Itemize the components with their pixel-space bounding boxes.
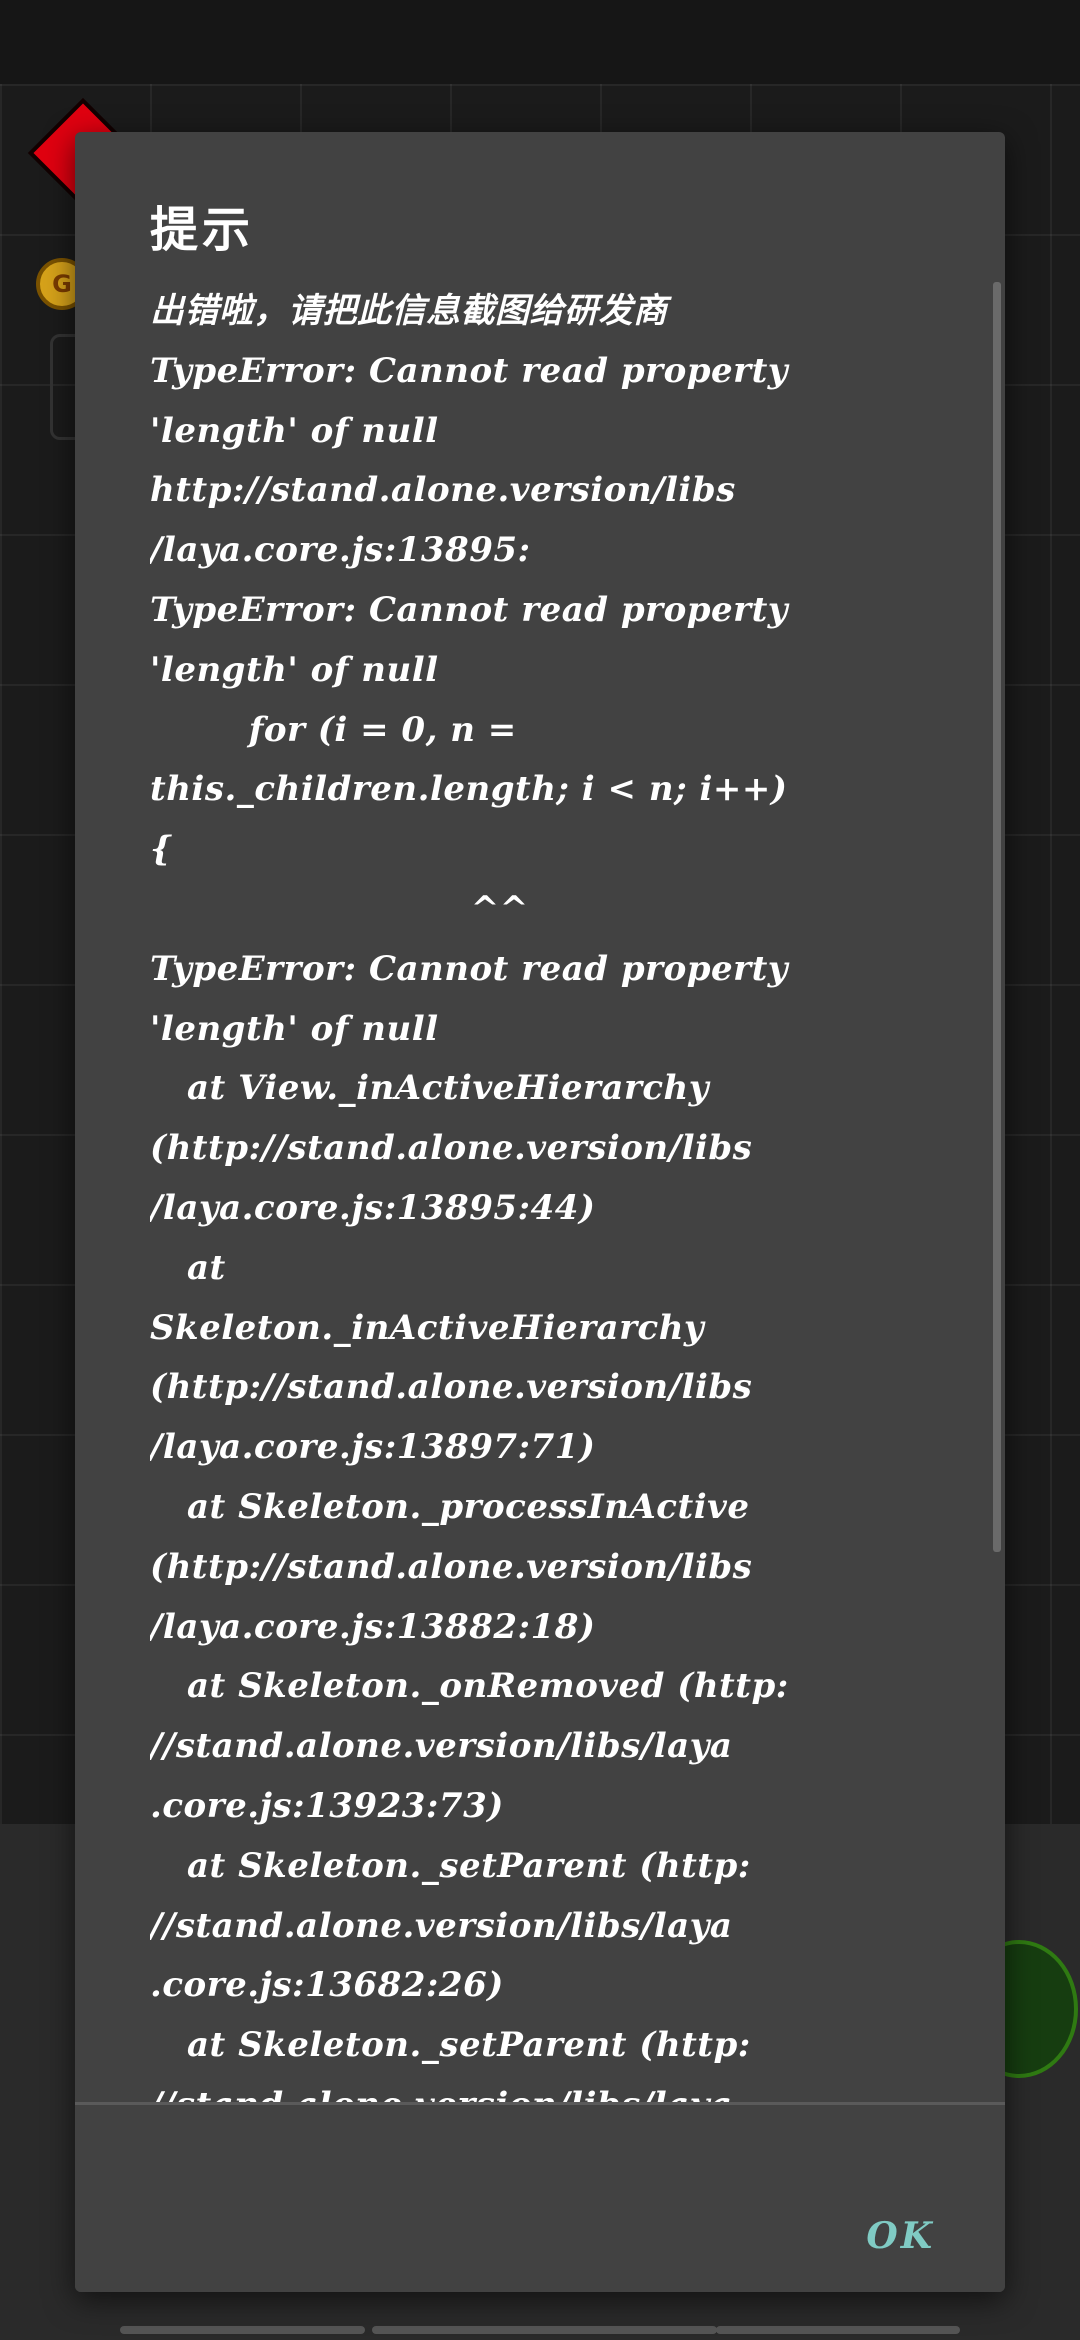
dialog-message-scroll-area[interactable]: 出错啦，请把此信息截图给研发商 TypeError: Cannot read p…	[150, 282, 1005, 2232]
error-message: 出错啦，请把此信息截图给研发商 TypeError: Cannot read p…	[150, 291, 789, 2125]
dialog-footer: OK	[75, 2105, 1005, 2292]
bottom-tab-indicator	[716, 2326, 960, 2334]
bottom-tab-indicator	[372, 2326, 717, 2334]
dialog-title: 提示	[150, 202, 255, 258]
ok-button[interactable]: OK	[866, 2215, 935, 2257]
error-dialog: 提示 出错啦，请把此信息截图给研发商 TypeError: Cannot rea…	[75, 132, 1005, 2292]
bottom-tab-indicator	[120, 2326, 365, 2334]
scrollbar[interactable]	[993, 282, 1001, 1552]
